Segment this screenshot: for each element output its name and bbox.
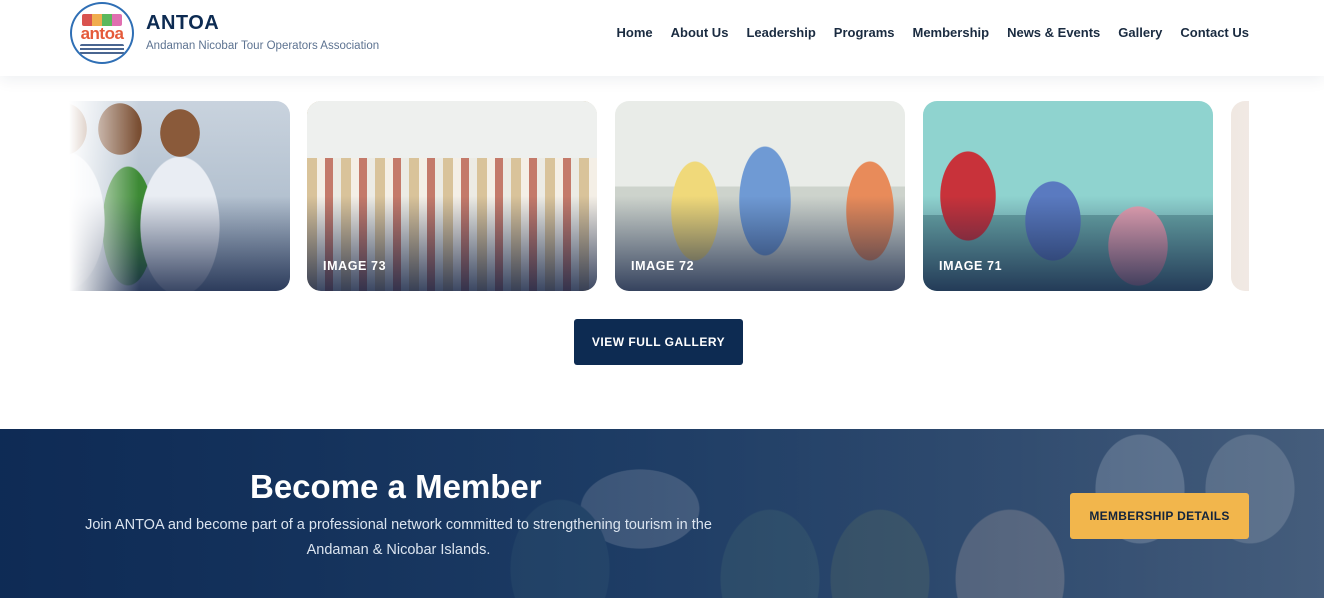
caption-gradient (923, 196, 1213, 291)
logo-subtext-lines (80, 44, 124, 56)
nav-gallery[interactable]: Gallery (1118, 25, 1162, 40)
gallery-card[interactable]: IMAGE 73 (307, 101, 597, 291)
member-description: Join ANTOA and become part of a professi… (85, 517, 712, 558)
carousel-fade-left (69, 101, 139, 291)
gallery-caption: IMAGE 71 (939, 259, 1003, 273)
antoa-logo[interactable]: antoa (70, 2, 134, 64)
member-cta-section: Become a Member Join ANTOA and become pa… (0, 429, 1324, 598)
membership-details-button[interactable]: MEMBERSHIP DETAILS (1070, 493, 1249, 539)
caption-gradient (615, 196, 905, 291)
nav-about-us[interactable]: About Us (671, 25, 729, 40)
nav-contact-us[interactable]: Contact Us (1180, 25, 1249, 40)
nav-leadership[interactable]: Leadership (746, 25, 815, 40)
nav-membership[interactable]: Membership (913, 25, 990, 40)
gallery-caption: IMAGE 73 (323, 259, 387, 273)
nav-news-events[interactable]: News & Events (1007, 25, 1100, 40)
gallery-card[interactable] (1231, 101, 1249, 291)
brand-title[interactable]: ANTOA (146, 12, 219, 35)
gallery-photo (1231, 101, 1249, 291)
gallery-card[interactable]: IMAGE 71 (923, 101, 1213, 291)
logo-wordmark: antoa (80, 24, 124, 43)
nav-programs[interactable]: Programs (834, 25, 895, 40)
caption-gradient (307, 196, 597, 291)
nav-home[interactable]: Home (617, 25, 653, 40)
member-title: Become a Member (250, 468, 542, 505)
main-nav: Home About Us Leadership Programs Member… (617, 25, 1249, 40)
brand-subtitle: Andaman Nicobar Tour Operators Associati… (146, 40, 380, 52)
gallery-carousel[interactable]: IMAGE 73 IMAGE 72 IMAGE 71 (69, 101, 1249, 291)
gallery-caption: IMAGE 72 (631, 259, 695, 273)
gallery-card[interactable]: IMAGE 72 (615, 101, 905, 291)
site-header: antoa ANTOA Andaman Nicobar Tour Operato… (0, 0, 1324, 76)
view-full-gallery-button[interactable]: VIEW FULL GALLERY (574, 319, 743, 365)
